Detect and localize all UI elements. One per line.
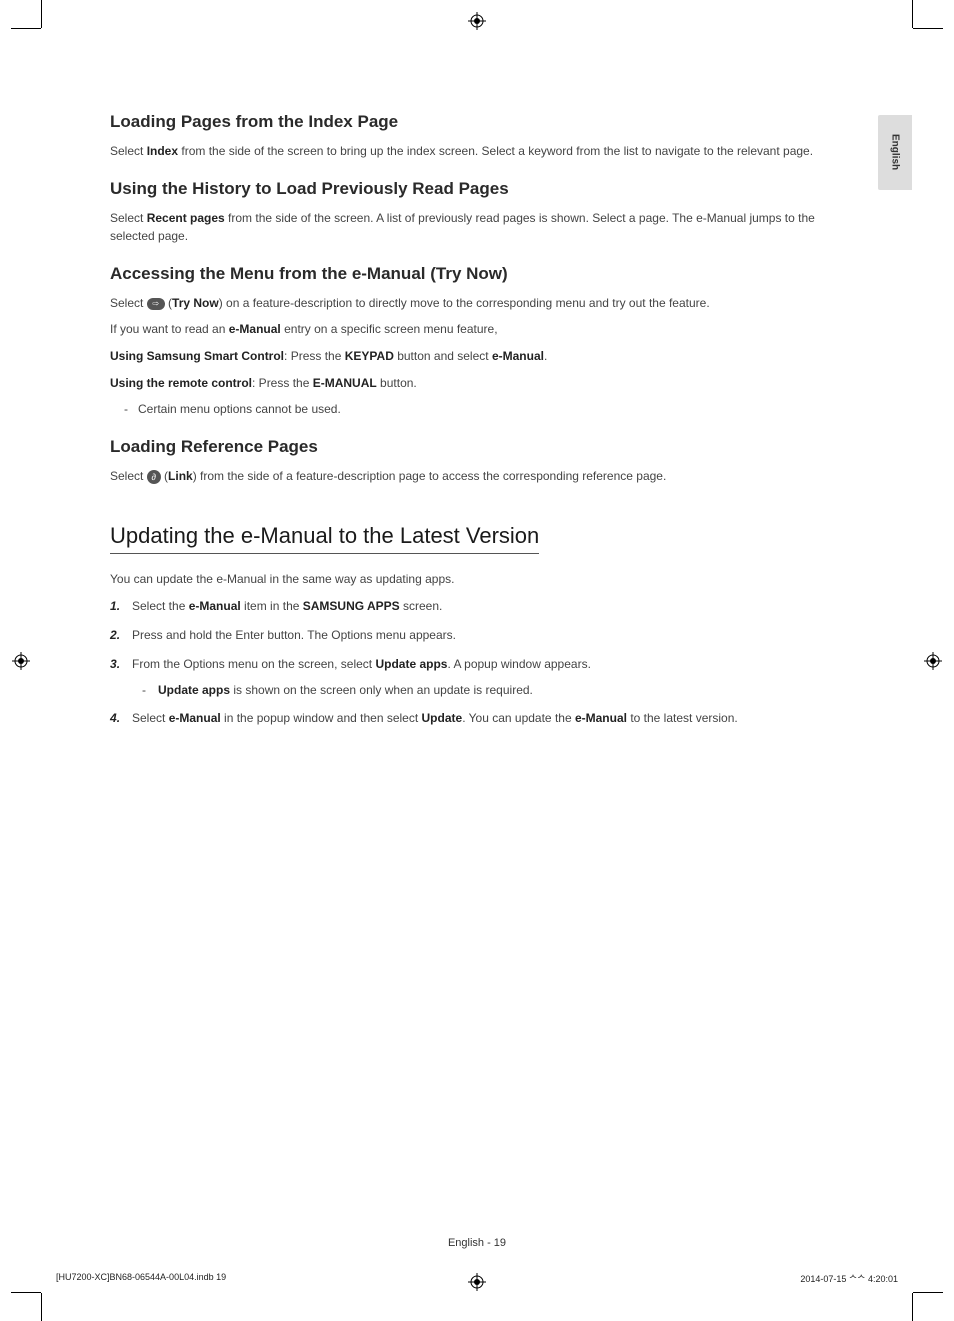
list-item: Select the e-Manual item in the SAMSUNG … [110,597,830,616]
file-reference: [HU7200-XC]BN68-06544A-00L04.indb 19 [56,1272,226,1285]
crop-mark [41,1293,42,1321]
list-item: Select e-Manual in the popup window and … [110,709,830,728]
list-item: From the Options menu on the screen, sel… [110,655,830,674]
registration-mark-icon [12,652,30,670]
paragraph: Using Samsung Smart Control: Press the K… [110,347,830,366]
crop-mark [913,1292,943,1293]
try-now-icon: ⇨ [147,298,165,310]
paragraph: You can update the e-Manual in the same … [110,570,830,589]
paragraph: Select Index from the side of the screen… [110,142,830,161]
page-number-footer: English - 19 [0,1237,954,1249]
page-content: Loading Pages from the Index Page Select… [110,112,830,738]
crop-mark [913,28,943,29]
crop-mark [912,0,913,28]
print-timestamp: 2014-07-15 ᄉᄉ 4:20:01 [800,1272,898,1285]
paragraph: If you want to read an e-Manual entry on… [110,320,830,339]
section-heading: Accessing the Menu from the e-Manual (Tr… [110,264,830,284]
paragraph: Select Recent pages from the side of the… [110,209,830,246]
ordered-list: Select the e-Manual item in the SAMSUNG … [110,597,830,675]
ordered-list: Select e-Manual in the popup window and … [110,709,830,728]
crop-mark [41,0,42,28]
section-heading: Loading Pages from the Index Page [110,112,830,132]
registration-mark-icon [924,652,942,670]
sub-note: Update apps is shown on the screen only … [110,681,830,700]
section-heading: Using the History to Load Previously Rea… [110,179,830,199]
language-tab: English [878,115,912,190]
language-tab-label: English [890,134,901,170]
list-item: Press and hold the Enter button. The Opt… [110,626,830,645]
crop-mark [912,1293,913,1321]
paragraph: Select ⇨ (Try Now) on a feature-descript… [110,294,830,313]
paragraph: Select ∂ (Link) from the side of a featu… [110,467,830,486]
crop-mark [11,1292,41,1293]
section-heading: Loading Reference Pages [110,437,830,457]
crop-mark [11,28,41,29]
note-item: Certain menu options cannot be used. [110,400,830,419]
registration-mark-icon [468,12,486,30]
paragraph: Using the remote control: Press the E-MA… [110,374,830,393]
link-icon: ∂ [147,470,161,484]
print-footer: [HU7200-XC]BN68-06544A-00L04.indb 19 201… [56,1272,898,1285]
section-title: Updating the e-Manual to the Latest Vers… [110,523,539,554]
